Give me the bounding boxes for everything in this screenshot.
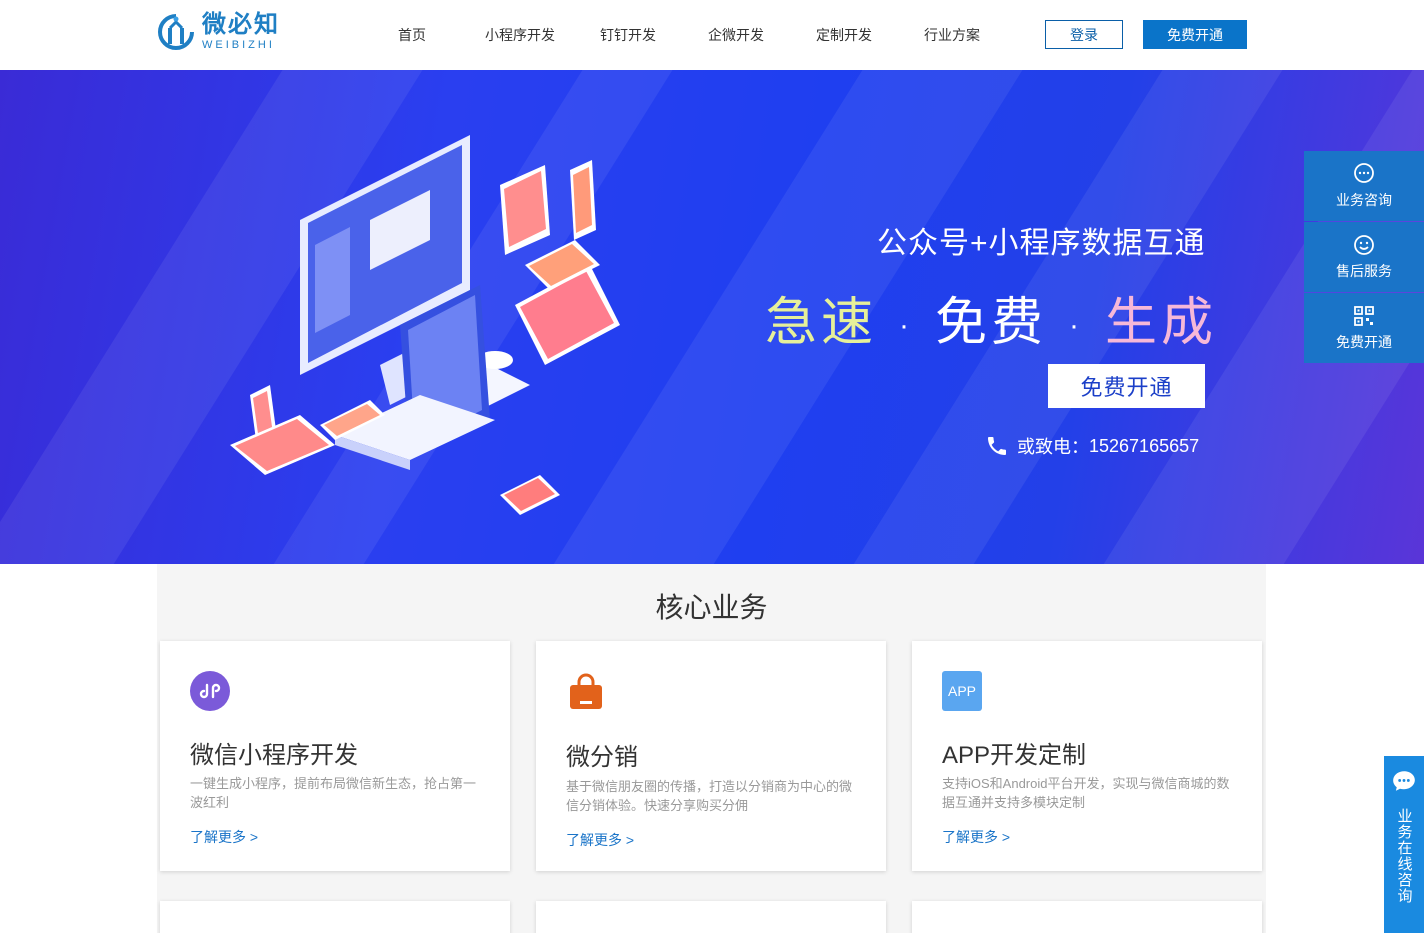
- logo-name-en: WEIBIZHI: [202, 39, 275, 51]
- banner-free-open-button[interactable]: 免费开通: [1048, 364, 1205, 408]
- logo-name-cn: 微必知: [202, 11, 280, 38]
- qrcode-icon: [1354, 306, 1374, 326]
- banner-subtitle: 公众号+小程序数据互通: [877, 227, 1206, 260]
- devices-illustration: [230, 135, 620, 515]
- side-after-sales[interactable]: 售后服务: [1304, 222, 1424, 292]
- business-card[interactable]: [536, 901, 886, 933]
- login-button[interactable]: 登录: [1045, 20, 1123, 49]
- business-card[interactable]: 微分销 基于微信朋友圈的传播，打造以分销商为中心的微信分销体验。快速分享购买分佣…: [536, 641, 886, 871]
- side-item-label: 业务咨询: [1336, 192, 1392, 208]
- shopping-bag-icon: [570, 673, 602, 709]
- side-item-label: 售后服务: [1336, 263, 1392, 279]
- nav-item-dingtalk[interactable]: 钉钉开发: [600, 25, 656, 45]
- side-toolbar: 业务咨询 售后服务 免费开通: [1304, 151, 1424, 364]
- nav-item-custom[interactable]: 定制开发: [816, 25, 872, 45]
- app-icon: APP: [942, 671, 982, 711]
- online-consult-float[interactable]: 业务在线咨询: [1384, 756, 1424, 933]
- core-business-section: 核心业务 微信小程序开发 一键生成小程序，提前布局微信新生态，抢占第一波红利 了…: [157, 564, 1266, 933]
- nav-item-wecom[interactable]: 企微开发: [708, 25, 764, 45]
- learn-more-link[interactable]: 了解更多 >: [942, 827, 1010, 847]
- chat-icon: [1354, 163, 1374, 183]
- card-title: 微信小程序开发: [190, 742, 358, 769]
- banner-phone: 或致电： 15267165657: [985, 433, 1199, 459]
- logo[interactable]: 微必知 WEIBIZHI: [156, 12, 280, 52]
- card-desc: 一键生成小程序，提前布局微信新生态，抢占第一波红利: [190, 776, 477, 810]
- learn-more-link[interactable]: 了解更多 >: [190, 827, 258, 847]
- phone-label: 或致电：: [1017, 437, 1089, 457]
- business-card[interactable]: [912, 901, 1262, 933]
- online-consult-label: 业务在线咨询: [1395, 808, 1413, 904]
- phone-number: 15267165657: [1089, 435, 1200, 456]
- logo-mark-icon: [158, 14, 194, 50]
- nav-item-industry[interactable]: 行业方案: [924, 25, 980, 45]
- side-free-open[interactable]: 免费开通: [1304, 293, 1424, 363]
- chat-bubble-icon: [1393, 771, 1415, 791]
- smile-icon: [1354, 235, 1374, 255]
- learn-more-link[interactable]: 了解更多 >: [566, 830, 634, 850]
- section-title: 核心业务: [655, 592, 768, 623]
- card-desc: 基于微信朋友圈的传播，打造以分销商为中心的微信分销体验。快速分享购买分佣: [566, 779, 853, 813]
- card-desc: 支持iOS和Android平台开发，实现与微信商城的数据互通并支持多模块定制: [942, 776, 1230, 810]
- slogan-free: 免费: [935, 294, 1048, 352]
- free-open-button[interactable]: 免费开通: [1143, 20, 1247, 49]
- slogan-separator: ·: [899, 309, 914, 343]
- business-card[interactable]: 微信小程序开发 一键生成小程序，提前布局微信新生态，抢占第一波红利 了解更多 >: [160, 641, 510, 871]
- nav-item-mini-program[interactable]: 小程序开发: [485, 25, 555, 45]
- side-business-consult[interactable]: 业务咨询: [1304, 151, 1424, 221]
- business-card[interactable]: [160, 901, 510, 933]
- phone-icon: [988, 437, 1006, 455]
- mini-program-icon: [190, 671, 230, 711]
- slogan-fast: 急速: [765, 294, 878, 352]
- nav-item-home[interactable]: 首页: [398, 25, 426, 45]
- card-title: 微分销: [566, 744, 638, 771]
- site-header: 微必知 WEIBIZHI 首页 小程序开发 钉钉开发 企微开发 定制开发 行业方…: [0, 0, 1424, 70]
- slogan-separator: ·: [1069, 309, 1084, 343]
- business-card[interactable]: APP APP开发定制 支持iOS和Android平台开发，实现与微信商城的数据…: [912, 641, 1262, 871]
- slogan-generate: 生成: [1105, 294, 1218, 352]
- card-title: APP开发定制: [942, 742, 1087, 769]
- side-item-label: 免费开通: [1336, 334, 1392, 350]
- app-icon-text: APP: [947, 683, 976, 699]
- hero-banner: 公众号+小程序数据互通 急速 · 免费 · 生成 免费开通 或致电： 152671656…: [0, 70, 1424, 564]
- banner-slogan: 急速 · 免费 · 生成: [765, 280, 1217, 355]
